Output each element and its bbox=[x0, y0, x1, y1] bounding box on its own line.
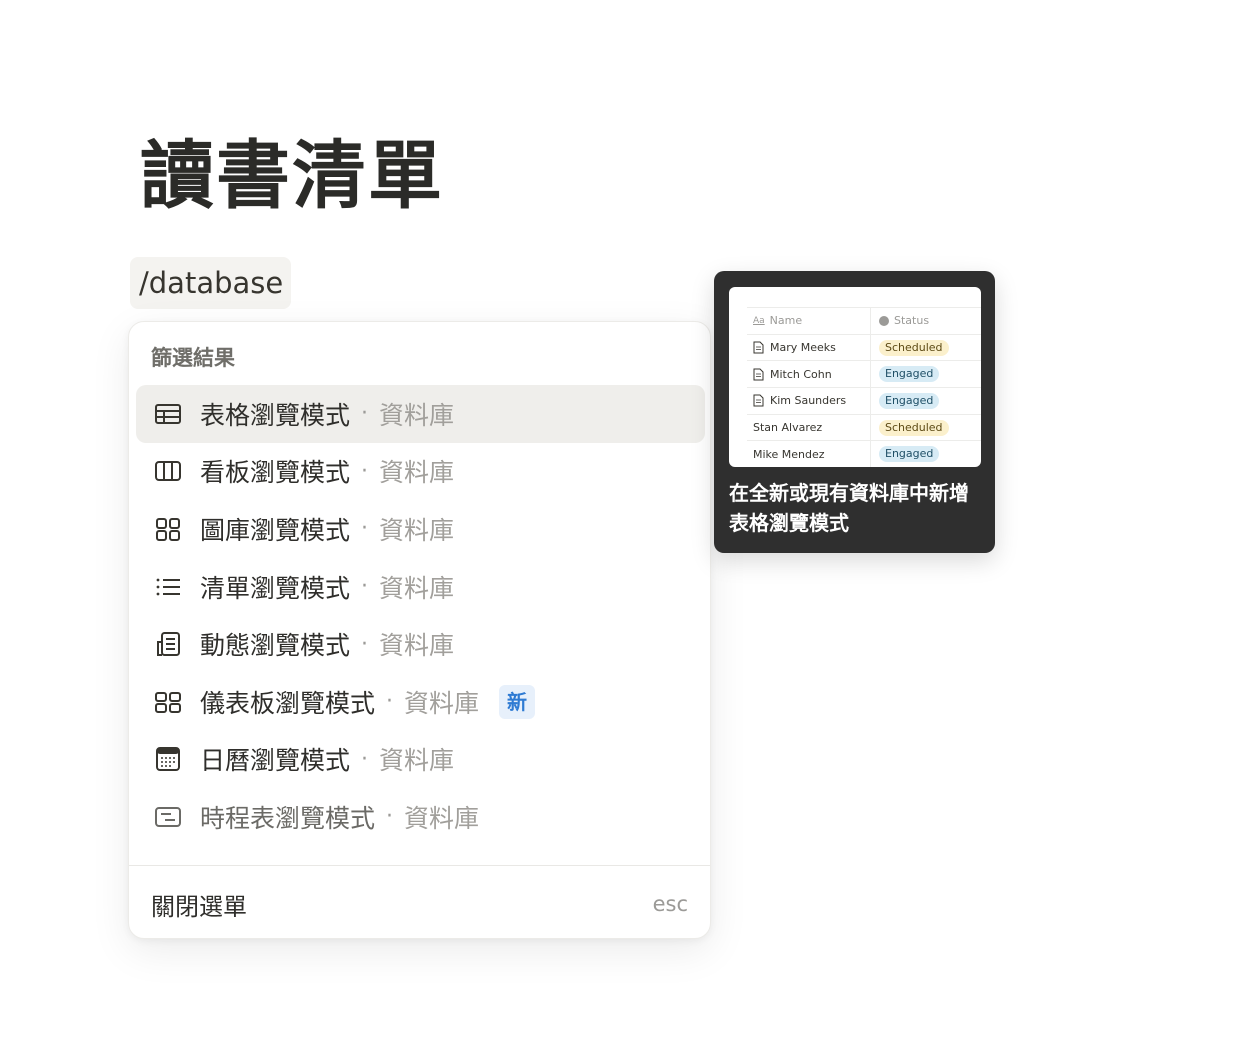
menu-item-label: 時程表瀏覽模式 bbox=[200, 803, 376, 833]
menu-item-separator: · bbox=[361, 516, 369, 542]
menu-item-label: 表格瀏覽模式 bbox=[200, 400, 351, 430]
menu-item-separator: · bbox=[361, 746, 369, 772]
esc-shortcut-hint: esc bbox=[652, 892, 688, 916]
preview-tooltip: Aa Name Status Mary Meeks Scheduled Mitch… bbox=[714, 271, 995, 553]
menu-item-board-view[interactable]: 看板瀏覽模式 · 資料庫 bbox=[136, 443, 705, 501]
row-name: Stan Alvarez bbox=[753, 421, 823, 435]
menu-item-sublabel: 資料庫 bbox=[404, 688, 480, 718]
menu-item-sublabel: 資料庫 bbox=[379, 458, 455, 488]
table-row: Stan Alvarez Scheduled bbox=[747, 413, 981, 441]
preview-header-name: Name bbox=[769, 314, 803, 328]
menu-item-label: 看板瀏覽模式 bbox=[200, 458, 351, 488]
menu-item-sublabel: 資料庫 bbox=[379, 400, 455, 430]
status-badge: Scheduled bbox=[879, 339, 949, 356]
menu-list: 表格瀏覽模式 · 資料庫 看板瀏覽模式 · 資料庫 圖庫瀏覽模式 · 資料庫 清… bbox=[136, 385, 705, 846]
menu-header: 篩選結果 bbox=[151, 346, 235, 370]
menu-item-separator: · bbox=[361, 574, 369, 600]
table-icon bbox=[153, 399, 183, 429]
slash-command-menu: 篩選結果 表格瀏覽模式 · 資料庫 看板瀏覽模式 · 資料庫 圖庫瀏覽模式 · … bbox=[128, 321, 711, 939]
page-icon bbox=[753, 394, 764, 407]
board-icon bbox=[153, 456, 183, 486]
menu-item-sublabel: 資料庫 bbox=[379, 515, 455, 545]
gallery-icon bbox=[153, 514, 183, 544]
preview-table: Aa Name Status Mary Meeks Scheduled Mitch… bbox=[747, 307, 981, 467]
status-badge: Engaged bbox=[879, 366, 940, 383]
feed-icon bbox=[153, 629, 183, 659]
row-name: Mary Meeks bbox=[770, 341, 836, 355]
menu-item-sublabel: 資料庫 bbox=[379, 631, 455, 661]
menu-item-separator: · bbox=[386, 689, 394, 715]
timeline-icon bbox=[153, 802, 183, 832]
menu-item-calendar-view[interactable]: 日曆瀏覽模式 · 資料庫 bbox=[136, 731, 705, 789]
command-input[interactable]: /database bbox=[130, 257, 292, 309]
calendar-icon bbox=[153, 744, 183, 774]
status-badge: Engaged bbox=[879, 392, 940, 409]
table-row: Mary Meeks Scheduled bbox=[747, 333, 981, 361]
status-property-icon bbox=[879, 315, 889, 326]
text-property-icon: Aa bbox=[753, 315, 765, 326]
menu-item-timeline-view[interactable]: 時程表瀏覽模式 · 資料庫 bbox=[136, 788, 705, 846]
menu-item-table-view[interactable]: 表格瀏覽模式 · 資料庫 bbox=[136, 385, 705, 443]
menu-item-sublabel: 資料庫 bbox=[379, 746, 455, 776]
page-icon bbox=[753, 341, 764, 354]
page-icon bbox=[753, 368, 764, 381]
preview-header-status: Status bbox=[894, 314, 930, 328]
menu-item-separator: · bbox=[361, 458, 369, 484]
close-menu-label: 關閉選單 bbox=[151, 892, 247, 921]
menu-item-dashboard-view[interactable]: 儀表板瀏覽模式 · 資料庫 新 bbox=[136, 673, 705, 731]
row-name: Mike Mendez bbox=[753, 447, 825, 461]
table-row: Kim Saunders Engaged bbox=[747, 387, 981, 414]
row-name: Mitch Cohn bbox=[770, 367, 832, 381]
row-name: Kim Saunders bbox=[770, 394, 847, 408]
list-icon bbox=[153, 572, 183, 602]
menu-item-label: 儀表板瀏覽模式 bbox=[200, 688, 376, 718]
menu-divider bbox=[129, 865, 710, 866]
menu-item-separator: · bbox=[386, 804, 394, 830]
menu-item-sublabel: 資料庫 bbox=[379, 573, 455, 603]
status-badge: Scheduled bbox=[879, 419, 949, 436]
menu-item-label: 動態瀏覽模式 bbox=[200, 631, 351, 661]
table-row: Mike Mendez Engaged bbox=[747, 440, 981, 467]
menu-item-label: 日曆瀏覽模式 bbox=[200, 746, 351, 776]
preview-table-header: Aa Name Status bbox=[747, 307, 981, 334]
menu-item-separator: · bbox=[361, 401, 369, 427]
menu-item-feed-view[interactable]: 動態瀏覽模式 · 資料庫 bbox=[136, 615, 705, 673]
menu-item-list-view[interactable]: 清單瀏覽模式 · 資料庫 bbox=[136, 558, 705, 616]
preview-image: Aa Name Status Mary Meeks Scheduled Mitch… bbox=[729, 287, 981, 467]
menu-item-separator: · bbox=[361, 631, 369, 657]
dashboard-icon bbox=[153, 687, 183, 717]
page-title: 讀書清單 bbox=[140, 133, 444, 219]
preview-caption: 在全新或現有資料庫中新增表格瀏覽模式 bbox=[729, 481, 969, 535]
table-row: Mitch Cohn Engaged bbox=[747, 360, 981, 388]
menu-item-label: 圖庫瀏覽模式 bbox=[200, 515, 351, 545]
menu-item-sublabel: 資料庫 bbox=[404, 803, 480, 833]
menu-item-gallery-view[interactable]: 圖庫瀏覽模式 · 資料庫 bbox=[136, 500, 705, 558]
menu-item-label: 清單瀏覽模式 bbox=[200, 573, 351, 603]
new-badge: 新 bbox=[499, 684, 536, 719]
status-badge: Engaged bbox=[879, 446, 940, 463]
close-menu-button[interactable]: 關閉選單 esc bbox=[151, 884, 688, 924]
